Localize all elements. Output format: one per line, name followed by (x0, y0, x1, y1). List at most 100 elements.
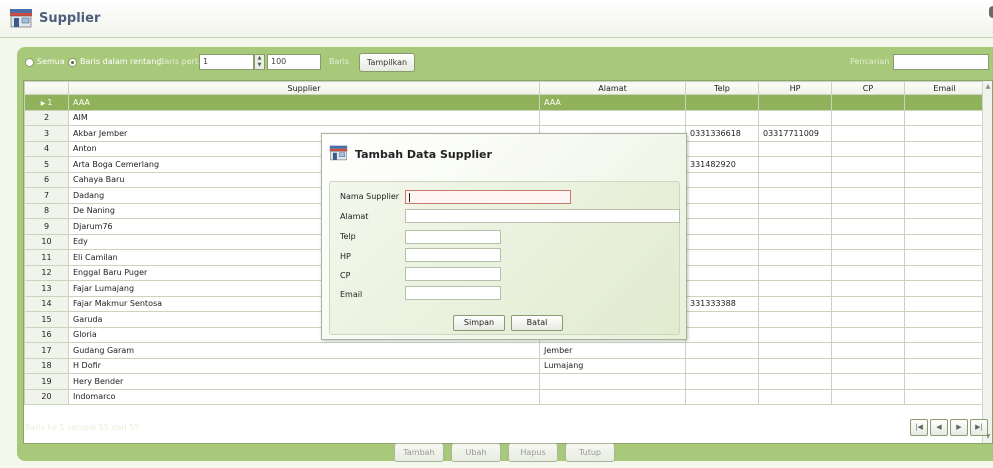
row-count-input[interactable]: 100 (267, 54, 321, 70)
table-row[interactable]: ▶ 1 AAA AAA (24, 94, 985, 111)
row-number: 8 (24, 202, 69, 219)
row-number: 18 (24, 357, 69, 374)
rows-label: Baris (329, 57, 350, 66)
cell-cp (831, 280, 905, 297)
cell-hp (758, 171, 832, 188)
row-number: 13 (24, 280, 69, 297)
vertical-scrollbar[interactable]: ▲ ▼ (982, 81, 992, 443)
row-number: 14 (24, 295, 69, 312)
cancel-button[interactable]: Batal (511, 315, 563, 331)
cell-alamat: Lumajang (539, 357, 686, 374)
radio-all[interactable] (25, 58, 34, 67)
row-number: 2 (24, 109, 69, 126)
column-header-email[interactable]: Email (904, 81, 985, 95)
cell-email (904, 373, 985, 390)
cell-cp (831, 373, 905, 390)
radio-range-label: Baris dalam rentang (80, 57, 162, 66)
cell-email (904, 187, 985, 204)
status-text: Baris ke 1 sampai 55 dari 55 (25, 423, 140, 432)
save-button[interactable]: Simpan (453, 315, 505, 331)
cell-telp (685, 140, 759, 157)
add-supplier-dialog: Tambah Data Supplier Nama Supplier Alama… (321, 133, 687, 340)
next-page-icon[interactable]: ▶ (950, 419, 968, 436)
delete-button[interactable]: Hapus (508, 443, 558, 462)
search-label: Pencarian (850, 57, 890, 66)
dialog-title: Tambah Data Supplier (355, 148, 492, 161)
row-number: 4 (24, 140, 69, 157)
email-input[interactable] (405, 286, 501, 300)
name-input[interactable] (405, 190, 571, 204)
phone-input[interactable] (405, 230, 501, 244)
show-button[interactable]: Tampilkan (359, 53, 415, 72)
row-number: 6 (24, 171, 69, 188)
prev-page-icon[interactable]: ◀ (930, 419, 948, 436)
cell-hp (758, 373, 832, 390)
row-number: ▶ 1 (24, 94, 69, 111)
table-row[interactable]: 20 Indomarco (24, 388, 985, 405)
cell-supplier: Hery Bender (68, 373, 540, 390)
cell-telp (685, 357, 759, 374)
cell-hp (758, 280, 832, 297)
first-row-spinner[interactable]: ▲ ▼ (254, 54, 265, 70)
cp-label: CP (340, 271, 351, 280)
cell-telp: 331333388 (685, 295, 759, 312)
hp-input[interactable] (405, 248, 501, 262)
cell-email (904, 109, 985, 126)
table-row[interactable]: 2 AIM (24, 109, 985, 126)
cell-telp (685, 311, 759, 328)
cell-cp (831, 202, 905, 219)
table-row[interactable]: 17 Gudang Garam Jember (24, 342, 985, 359)
cell-telp (685, 171, 759, 188)
cell-telp (685, 326, 759, 343)
column-header-cp[interactable]: CP (831, 81, 905, 95)
row-number: 12 (24, 264, 69, 281)
table-row[interactable]: 19 Hery Bender (24, 373, 985, 390)
column-header-supplier[interactable]: Supplier (68, 81, 540, 95)
first-row-input[interactable]: 1 (199, 54, 254, 70)
cell-email (904, 280, 985, 297)
hp-label: HP (340, 252, 351, 261)
last-page-icon[interactable]: ▶| (970, 419, 988, 436)
name-label: Nama Supplier (340, 192, 400, 201)
table-row[interactable]: 18 H Dofir Lumajang (24, 357, 985, 374)
cell-email (904, 311, 985, 328)
cell-email (904, 218, 985, 235)
first-page-icon[interactable]: |◀ (910, 419, 928, 436)
cell-cp (831, 233, 905, 250)
cell-email (904, 171, 985, 188)
shop-icon (10, 9, 32, 28)
add-button[interactable]: Tambah (394, 443, 444, 462)
column-header-alamat[interactable]: Alamat (539, 81, 686, 95)
column-header-hp[interactable]: HP (758, 81, 832, 95)
edit-button[interactable]: Ubah (451, 443, 501, 462)
cell-supplier: AIM (68, 109, 540, 126)
search-input[interactable] (893, 54, 989, 70)
window-title: Supplier (39, 11, 101, 26)
cell-hp (758, 388, 832, 405)
cell-telp (685, 202, 759, 219)
title-bar: Supplier (0, 0, 993, 38)
cell-supplier: AAA (68, 94, 540, 111)
column-header-rownum (24, 81, 69, 95)
cell-telp (685, 187, 759, 204)
scroll-up-icon[interactable]: ▲ (984, 83, 992, 91)
cell-email (904, 388, 985, 405)
cell-alamat (539, 388, 686, 405)
window-control[interactable] (989, 6, 993, 18)
cell-supplier: Gudang Garam (68, 342, 540, 359)
cell-supplier: H Dofir (68, 357, 540, 374)
address-input[interactable] (405, 209, 680, 223)
cell-telp (685, 249, 759, 266)
cell-cp (831, 295, 905, 312)
cell-hp (758, 156, 832, 173)
cp-input[interactable] (405, 267, 501, 281)
close-button[interactable]: Tutup (565, 443, 615, 462)
radio-range[interactable] (68, 58, 77, 67)
cell-email (904, 326, 985, 343)
cell-hp (758, 342, 832, 359)
row-pointer-icon: ▶ (40, 99, 48, 107)
dialog-form: Nama Supplier Alamat Telp HP CP Email Si… (329, 181, 680, 335)
column-header-telp[interactable]: Telp (685, 81, 759, 95)
row-number: 7 (24, 187, 69, 204)
cell-telp (685, 218, 759, 235)
